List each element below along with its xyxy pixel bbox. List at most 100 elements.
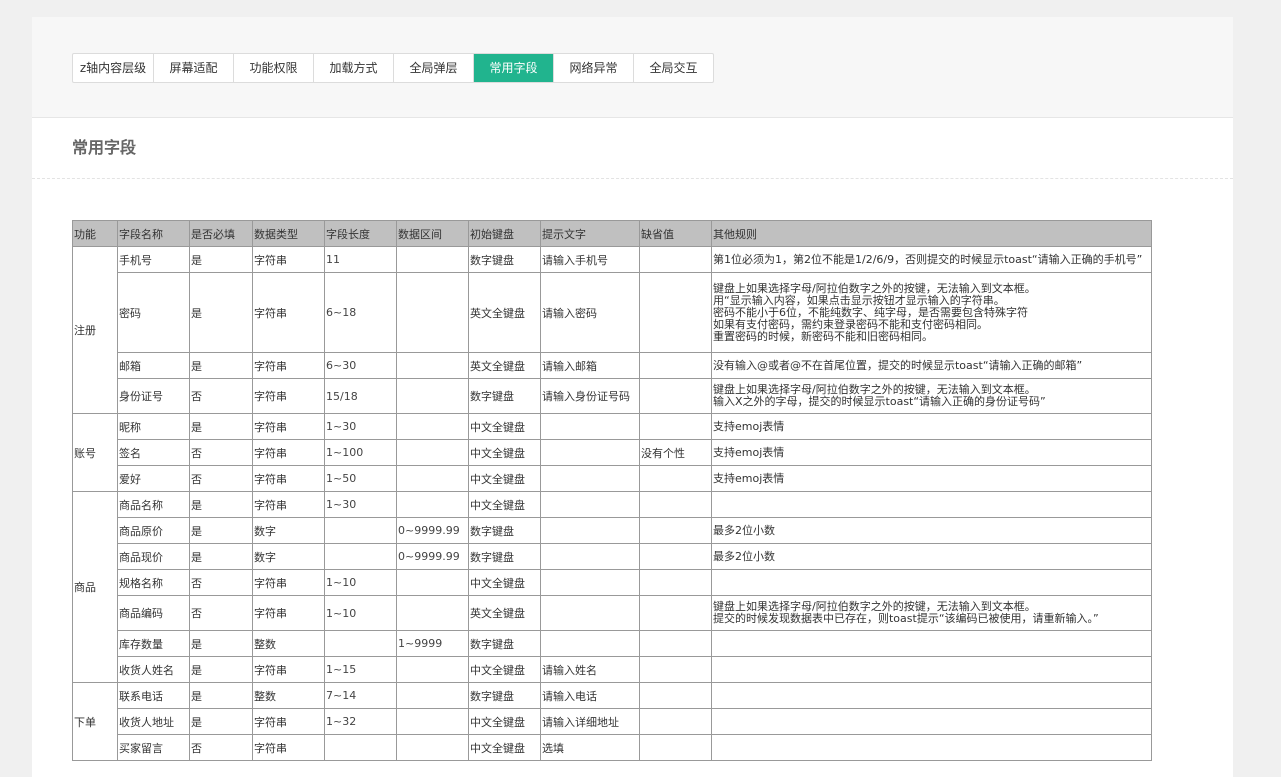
cell-hint: 选填 [540, 734, 640, 761]
cell-range [396, 708, 469, 735]
table-row: 商品原价是数字 0~9999.99 数字键盘 最多2位小数 [73, 517, 1152, 544]
tab-7[interactable]: 全局交互 [633, 54, 713, 82]
table-row: 收货人姓名是字符串 1~15 中文全键盘 请输入姓名 [73, 656, 1152, 683]
cell-type: 字符串 [252, 439, 325, 466]
rule-line: 键盘上如果选择字母/阿拉伯数字之外的按键，无法输入到文本框。 [713, 281, 1036, 295]
section-title: 常用字段 [32, 118, 1233, 179]
cell-hint [540, 465, 640, 492]
cell-type: 字符串 [252, 352, 325, 379]
cell-hint: 请输入密码 [540, 272, 640, 353]
tab-5[interactable]: 常用字段 [473, 54, 553, 82]
cell-type: 数字 [252, 517, 325, 544]
cell-field: 联系电话 [117, 682, 190, 709]
tab-3[interactable]: 加载方式 [313, 54, 393, 82]
column-header: 数据区间 [396, 220, 469, 247]
cell-keyboard: 中文全键盘 [468, 465, 541, 492]
cell-field: 身份证号 [117, 378, 190, 414]
cell-required: 否 [189, 378, 253, 414]
cell-default [639, 630, 712, 657]
cell-default [639, 595, 712, 631]
cell-range [396, 439, 469, 466]
cell-hint: 请输入姓名 [540, 656, 640, 683]
cell-type: 字符串 [252, 246, 325, 273]
cell-keyboard: 数字键盘 [468, 630, 541, 657]
rule-line: 重置密码的时候，新密码不能和旧密码相同。 [713, 329, 933, 343]
tab-4[interactable]: 全局弹层 [393, 54, 473, 82]
cell-hint: 请输入身份证号码 [540, 378, 640, 414]
cell-length: 1~10 [324, 595, 397, 631]
table-row: 规格名称否字符串 1~10 中文全键盘 [73, 569, 1152, 596]
column-header: 数据类型 [252, 220, 325, 247]
table-row: 收货人地址是字符串 1~32 中文全键盘 请输入详细地址 [73, 708, 1152, 735]
tab-2[interactable]: 功能权限 [233, 54, 313, 82]
cell-type: 字符串 [252, 734, 325, 761]
cell-required: 是 [189, 491, 253, 518]
table-row: 邮箱是字符串 6~30 英文全键盘 请输入邮箱 没有输入@或者@不在首尾位置，提交的时候… [73, 352, 1152, 379]
cell-hint [540, 413, 640, 440]
rule-line: 支持emoj表情 [713, 445, 785, 459]
cell-rules [711, 630, 1152, 657]
cell-default [639, 246, 712, 273]
cell-range [396, 569, 469, 596]
table-row: 爱好否字符串 1~50 中文全键盘 支持emoj表情 [73, 465, 1152, 492]
cell-hint: 请输入电话 [540, 682, 640, 709]
cell-keyboard: 数字键盘 [468, 517, 541, 544]
cell-range [396, 595, 469, 631]
table-row: 商品 商品名称是字符串 1~30 中文全键盘 [72, 491, 1152, 683]
rule-line: 如果有支付密码，需约束登录密码不能和支付密码相同。 [713, 317, 988, 331]
rule-line: 最多2位小数 [713, 523, 775, 537]
cell-hint [540, 491, 640, 518]
rule-line: 第1位必须为1，第2位不能是1/2/6/9，否则提交的时候显示toast“请输入… [713, 252, 1143, 266]
fields-table-wrapper: 功能 字段名称 是否必填 数据类型 字段长度 数据区间 初始键盘 提示文字 缺省值 其他规则 注册… [72, 220, 1152, 761]
cell-length: 6~30 [324, 352, 397, 379]
cell-length: 1~10 [324, 569, 397, 596]
cell-field: 商品原价 [117, 517, 190, 544]
cell-length: 11 [324, 246, 397, 273]
cell-length [324, 543, 397, 570]
rule-line: 输入X之外的字母，提交的时候显示toast“请输入正确的身份证号码” [713, 395, 1046, 408]
table-row: 签名否字符串 1~100 中文全键盘 没有个性 支持emoj表情 [73, 439, 1152, 466]
group-cell: 注册 [72, 246, 118, 414]
cell-rules: 最多2位小数 [711, 543, 1152, 570]
cell-rules [711, 491, 1152, 518]
fields-table: 功能 字段名称 是否必填 数据类型 字段长度 数据区间 初始键盘 提示文字 缺省值 其他规则 注册… [72, 220, 1152, 761]
cell-required: 否 [189, 439, 253, 466]
cell-default [639, 569, 712, 596]
cell-keyboard: 英文全键盘 [468, 595, 541, 631]
tab-6[interactable]: 网络异常 [553, 54, 633, 82]
cell-required: 是 [189, 246, 253, 273]
cell-required: 是 [189, 630, 253, 657]
table-header-row: 功能 字段名称 是否必填 数据类型 字段长度 数据区间 初始键盘 提示文字 缺省值 其他规则 [72, 220, 1152, 247]
cell-rules: 键盘上如果选择字母/阿拉伯数字之外的按键，无法输入到文本框。 输入X之外的字母，提… [711, 378, 1152, 414]
cell-default [639, 413, 712, 440]
cell-keyboard: 英文全键盘 [468, 272, 541, 353]
cell-rules: 第1位必须为1，第2位不能是1/2/6/9，否则提交的时候显示toast“请输入… [711, 246, 1152, 273]
cell-length [324, 630, 397, 657]
group-cell: 商品 [72, 491, 118, 683]
cell-rules [711, 734, 1152, 761]
cell-required: 是 [189, 543, 253, 570]
tab-1[interactable]: 屏幕适配 [153, 54, 233, 82]
cell-rules [711, 682, 1152, 709]
rule-line: 支持emoj表情 [713, 471, 785, 485]
cell-range [396, 413, 469, 440]
cell-range [396, 246, 469, 273]
cell-type: 字符串 [252, 465, 325, 492]
cell-default [639, 734, 712, 761]
cell-required: 否 [189, 595, 253, 631]
rule-line: 密码不能小于6位，不能纯数字、纯字母，是否需要包含特殊字符 [713, 305, 1028, 319]
cell-hint: 请输入邮箱 [540, 352, 640, 379]
cell-range [396, 352, 469, 379]
tab-group: z轴内容层级 屏幕适配 功能权限 加载方式 全局弹层 常用字段 网络异常 全局交互 [72, 53, 714, 83]
cell-rules [711, 569, 1152, 596]
cell-default [639, 517, 712, 544]
cell-required: 是 [189, 272, 253, 353]
tab-0[interactable]: z轴内容层级 [73, 54, 153, 82]
cell-required: 否 [189, 734, 253, 761]
rule-line: 提交的时候发现数据表中已存在，则toast提示“该编码已被使用，请重新输入。” [713, 612, 1099, 625]
cell-range [396, 378, 469, 414]
cell-keyboard: 数字键盘 [468, 378, 541, 414]
cell-range [396, 656, 469, 683]
cell-required: 是 [189, 352, 253, 379]
cell-default [639, 656, 712, 683]
